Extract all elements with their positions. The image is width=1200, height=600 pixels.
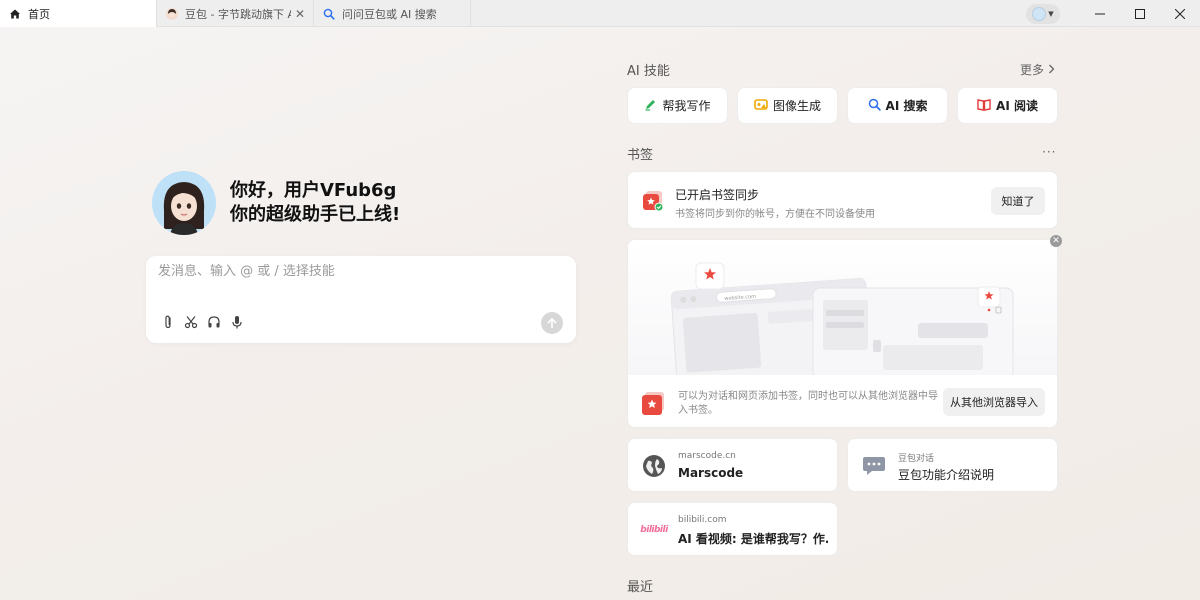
paperclip-icon[interactable] [160,314,175,329]
recent-title: 最近 [627,580,654,595]
greeting-line-2: 你的超级助手已上线! [230,204,401,225]
close-window-button[interactable] [1160,0,1200,27]
bookmark-import-card: website.com 可以为对话和网页添加书签，同时也可以从其他浏览器中导入书… [627,239,1058,428]
chat-box [146,256,576,343]
skill-label: AI 阅读 [996,99,1038,113]
chat-bubble-icon [862,454,886,478]
skill-ai-reading-button[interactable]: AI 阅读 [957,87,1058,124]
image-gen-icon [754,98,768,114]
site-title: AI 看视频: 是谁帮我写？作... [678,532,828,546]
site-domain: 豆包对话 [898,454,935,464]
send-button[interactable] [541,312,563,334]
bookmark-star-icon [642,392,666,416]
skill-image-gen-button[interactable]: 图像生成 [737,87,838,124]
site-title: 豆包功能介绍说明 [898,468,995,482]
ai-skills-title: AI 技能 [627,64,670,79]
maximize-button[interactable] [1120,0,1160,27]
bookmark-bilibili[interactable]: bilibili bilibili.com AI 看视频: 是谁帮我写？作... [627,502,838,556]
bilibili-logo-text: bilibili [640,525,668,535]
import-description: 可以为对话和网页添加书签，同时也可以从其他浏览器中导入书签。 [678,391,938,416]
book-icon [977,98,991,114]
site-domain: marscode.cn [678,451,736,461]
tab-label: 首页 [28,7,50,21]
arrow-up-icon [547,317,557,328]
more-options-button[interactable]: ··· [1042,145,1056,159]
microphone-icon[interactable] [229,314,244,329]
sync-subtitle: 书签将同步到你的帐号，方便在不同设备使用 [675,209,875,220]
more-label: 更多 [1020,63,1045,77]
globe-icon [642,454,666,478]
skill-label: 帮我写作 [662,99,711,113]
doubao-avatar-icon [165,7,179,21]
chat-tools [160,314,244,329]
home-icon [8,7,22,21]
minimize-button[interactable] [1080,0,1120,27]
ai-skills: 帮我写作 图像生成 AI 搜索 AI 阅读 [627,87,1058,124]
bilibili-icon: bilibili [640,518,668,542]
skill-label: AI 搜索 [885,99,928,113]
pen-icon [644,98,657,114]
tab-label: 豆包 - 字节跳动旗下 AI [185,7,291,21]
bookmark-doubao-chat[interactable]: 豆包对话 豆包功能介绍说明 [847,438,1058,492]
assistant-avatar [152,171,216,235]
close-icon[interactable]: ✕ [295,7,305,21]
scissors-icon[interactable] [183,314,198,329]
avatar [1032,6,1047,21]
bookmarks-title: 书签 [627,148,654,163]
site-title: Marscode [678,466,744,480]
tab-bar: 首页 豆包 - 字节跳动旗下 AI ✕ 问问豆包或 AI 搜索 ▼ [0,0,1200,27]
window-controls: ▼ [1026,0,1200,27]
chevron-right-icon [1048,63,1055,77]
bookmark-sync-icon [642,190,664,212]
browser-illustration: website.com [628,240,1057,387]
skill-ai-search-button[interactable]: AI 搜索 [847,87,948,124]
import-from-browser-button[interactable]: 从其他浏览器导入 [943,388,1045,416]
sync-title: 已开启书签同步 [675,188,760,202]
skill-label: 图像生成 [772,99,821,113]
bookmark-sync-card: 已开启书签同步 书签将同步到你的帐号，方便在不同设备使用 知道了 [627,171,1058,229]
more-link[interactable]: 更多 [1020,61,1055,78]
profile-button[interactable]: ▼ [1026,3,1060,24]
ai-search-icon [868,98,881,114]
bookmark-marscode[interactable]: marscode.cn Marscode [627,438,838,492]
message-input[interactable] [158,264,558,279]
headphones-icon[interactable] [206,314,221,329]
ai-search-icon [322,7,336,21]
chevron-down-icon: ▼ [1048,9,1054,18]
site-domain: bilibili.com [678,515,727,525]
tab-label: 问问豆包或 AI 搜索 [342,7,437,21]
greeting-line-1: 你好，用户VFub6g [230,180,397,201]
tab-ai-search[interactable]: 问问豆包或 AI 搜索 [314,0,471,27]
skill-writing-button[interactable]: 帮我写作 [627,87,728,124]
tab-doubao[interactable]: 豆包 - 字节跳动旗下 AI ✕ [157,0,314,27]
tab-home[interactable]: 首页 [0,0,157,27]
got-it-button[interactable]: 知道了 [991,187,1045,215]
greeting: 你好，用户VFub6g 你的超级助手已上线! [152,171,400,235]
close-icon[interactable]: ✕ [1050,235,1062,247]
